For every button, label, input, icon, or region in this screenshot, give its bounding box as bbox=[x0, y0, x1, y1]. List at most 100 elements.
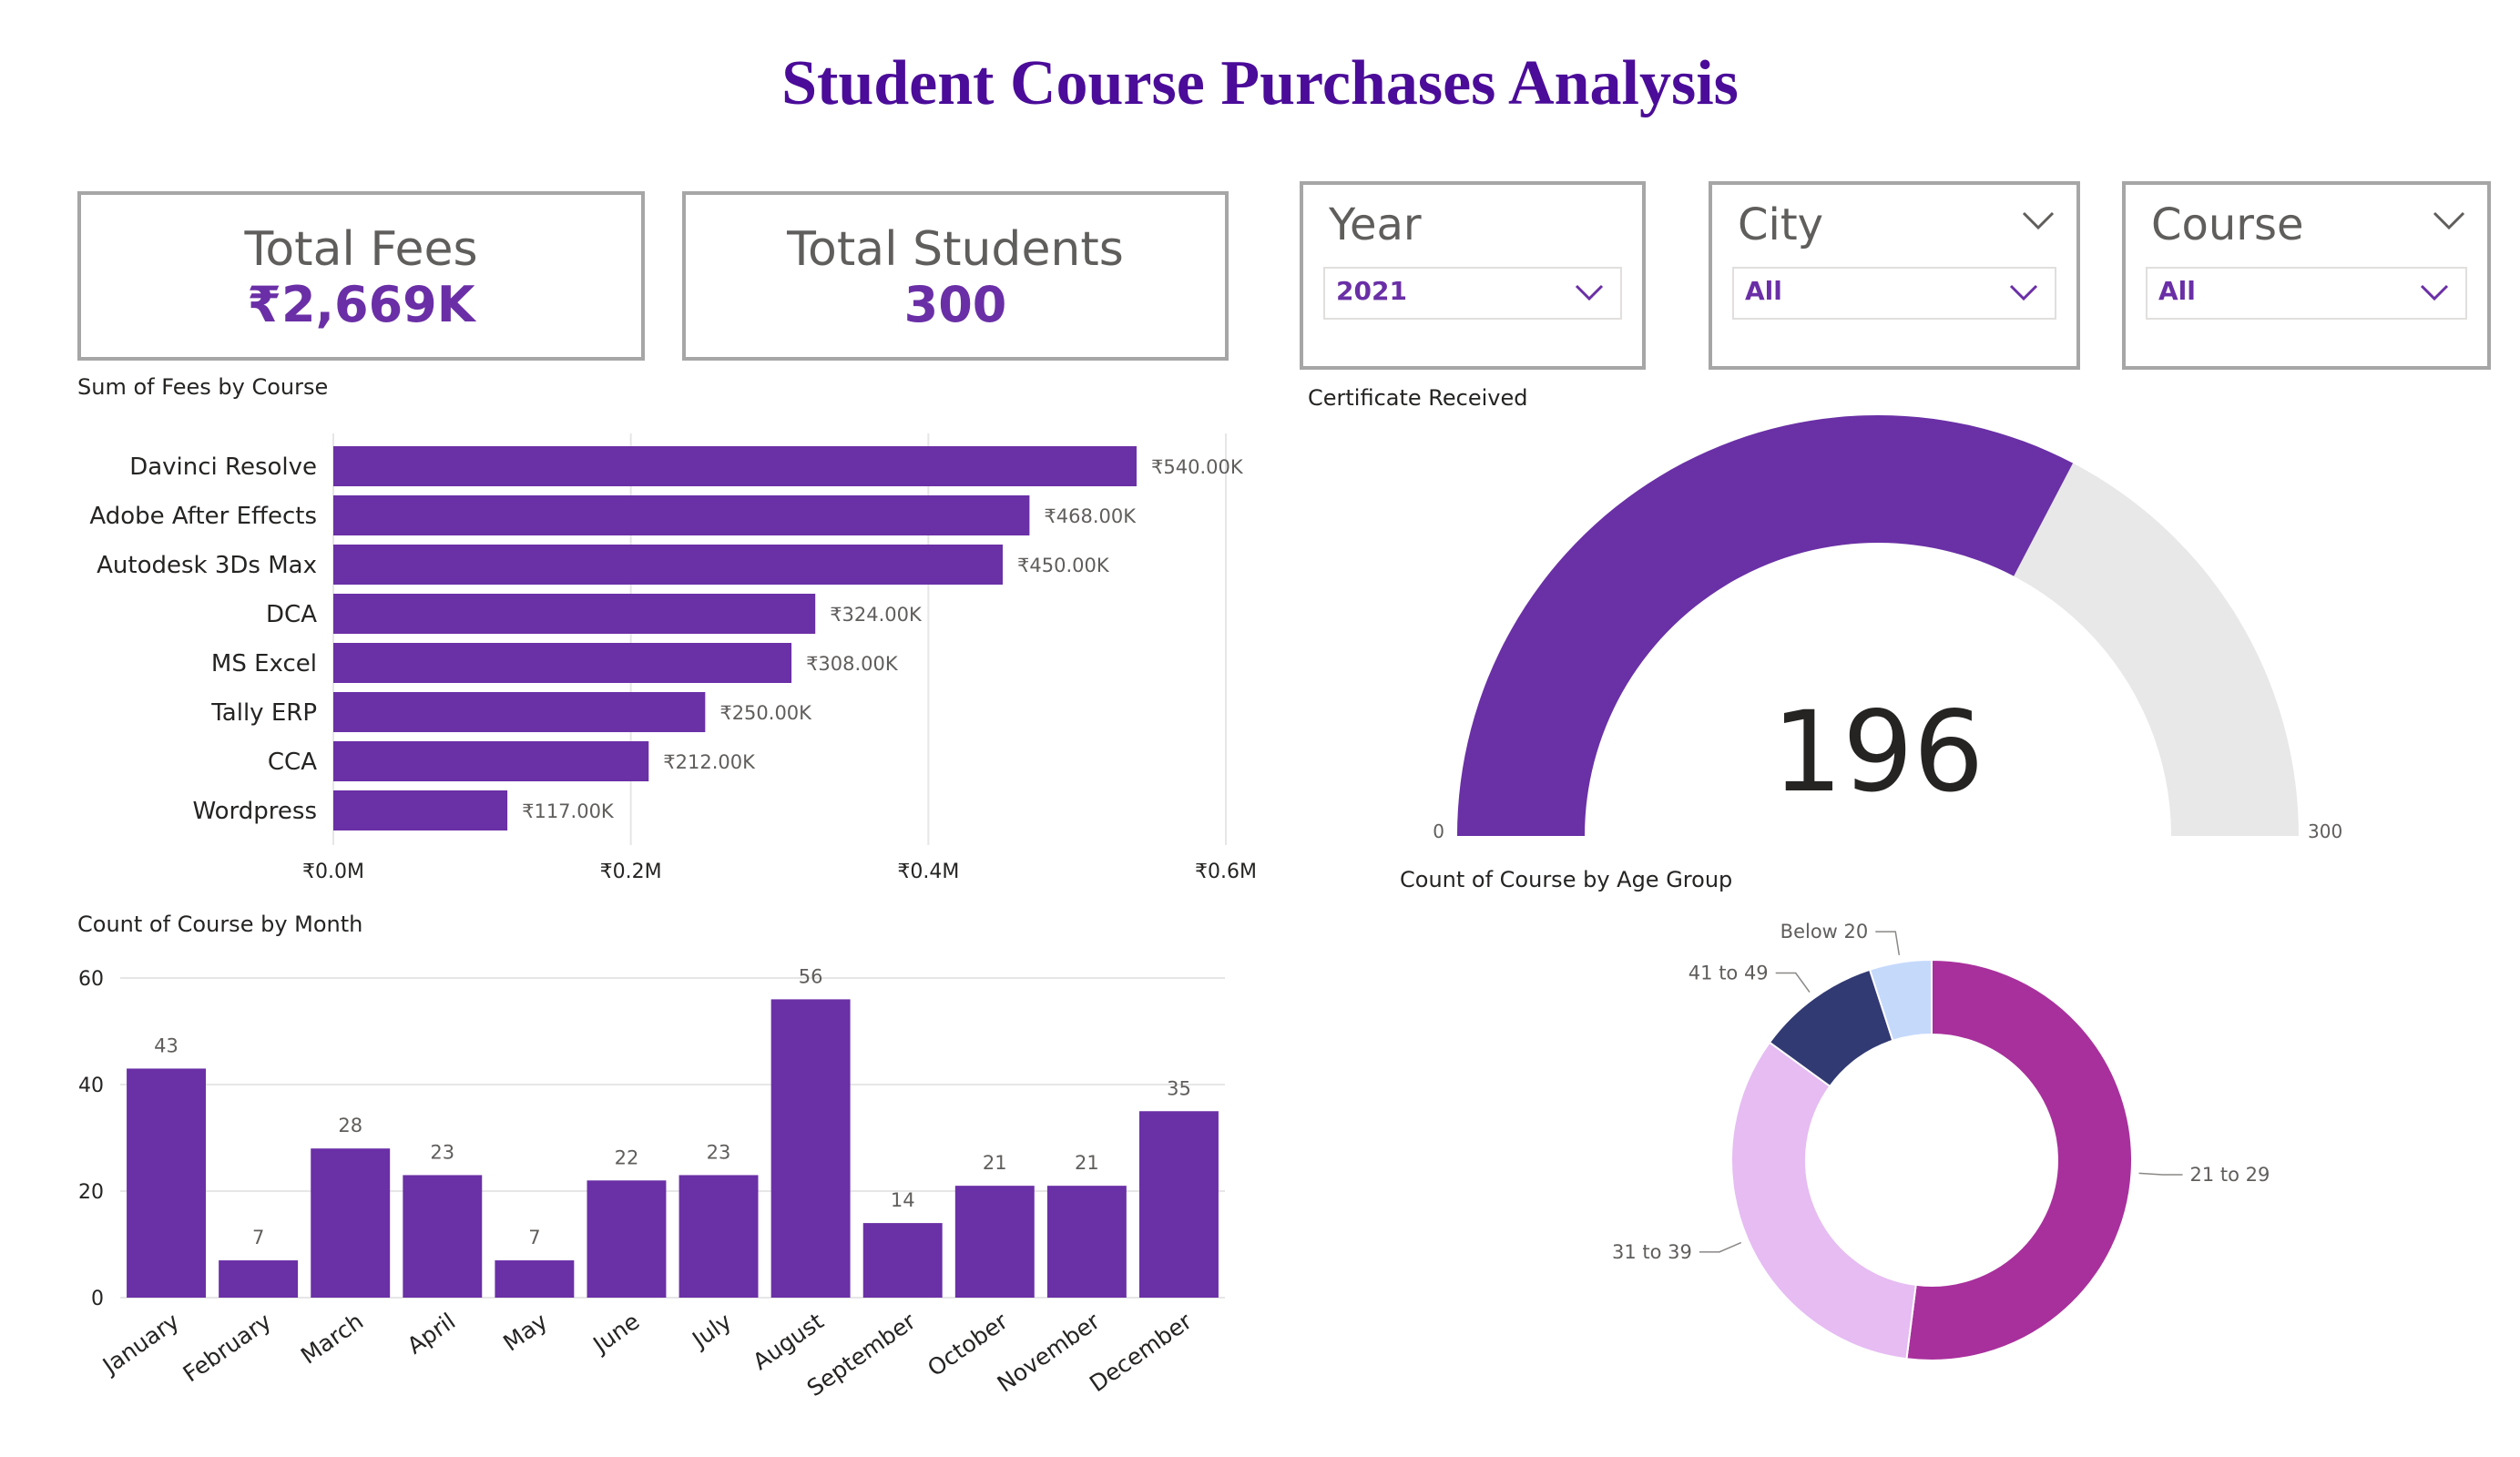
chevron-down-icon[interactable] bbox=[2433, 210, 2465, 230]
x-tick-label: ₹0.4M bbox=[897, 861, 959, 883]
course-dropdown[interactable]: All bbox=[2146, 267, 2467, 320]
course-slicer: Course All bbox=[2122, 181, 2491, 370]
category-label: February bbox=[179, 1308, 277, 1387]
total-fees-card: Total Fees ₹2,669K bbox=[77, 191, 645, 361]
city-slicer: City All bbox=[1709, 181, 2080, 370]
data-label: 14 bbox=[891, 1189, 915, 1211]
total-students-value: 300 bbox=[903, 276, 1007, 334]
bar bbox=[770, 999, 851, 1298]
leader-line bbox=[1699, 1241, 1742, 1253]
bar bbox=[127, 1068, 207, 1298]
category-label: November bbox=[993, 1308, 1106, 1398]
bar bbox=[587, 1180, 667, 1298]
category-label: Adobe After Effects bbox=[89, 503, 317, 530]
category-label: July bbox=[686, 1308, 736, 1354]
total-fees-value: ₹2,669K bbox=[247, 276, 475, 334]
fees-by-course-chart: ₹0.0M ₹0.2M ₹0.4M ₹0.6M Davinci Resolve ₹540.… bbox=[89, 433, 1257, 883]
course-by-month-chart: 0 20 40 60 43 January 7 February 28 March 23 April 7… bbox=[78, 965, 1225, 1401]
bar bbox=[333, 545, 1003, 585]
data-label: ₹250.00K bbox=[719, 702, 812, 724]
year-dropdown[interactable]: 2021 bbox=[1323, 267, 1622, 320]
leader-line bbox=[1875, 931, 1901, 955]
bar bbox=[333, 495, 1030, 535]
gauge-max-label: 300 bbox=[2308, 820, 2342, 842]
bar bbox=[954, 1186, 1035, 1298]
category-label: Wordpress bbox=[192, 798, 317, 825]
category-label: MS Excel bbox=[211, 650, 317, 678]
data-label: 21 bbox=[1075, 1152, 1099, 1174]
leader-line bbox=[2138, 1172, 2183, 1176]
chevron-down-icon[interactable] bbox=[2022, 210, 2055, 230]
total-students-label: Total Students bbox=[787, 222, 1124, 277]
data-label: 21 bbox=[983, 1152, 1007, 1174]
bar bbox=[1138, 1111, 1219, 1298]
category-label: March bbox=[296, 1308, 368, 1369]
chevron-down-icon[interactable] bbox=[2420, 283, 2449, 301]
data-label: 23 bbox=[430, 1141, 454, 1163]
course-dropdown-value: All bbox=[2158, 276, 2196, 306]
year-dropdown-value: 2021 bbox=[1336, 276, 1407, 306]
category-label: Davinci Resolve bbox=[129, 453, 317, 481]
category-label: January bbox=[97, 1308, 184, 1380]
donut-slice bbox=[1730, 1041, 1917, 1360]
bar bbox=[333, 446, 1137, 486]
donut-slice bbox=[1905, 958, 2133, 1361]
category-label: DCA bbox=[266, 601, 317, 628]
city-dropdown[interactable]: All bbox=[1732, 267, 2056, 320]
y-tick-label: 60 bbox=[78, 968, 104, 991]
bar bbox=[678, 1175, 759, 1298]
slice-label: Below 20 bbox=[1780, 921, 1869, 942]
data-label: 56 bbox=[799, 965, 823, 987]
gauge-value: 196 bbox=[1772, 688, 1984, 817]
category-label: June bbox=[587, 1308, 645, 1359]
category-label: December bbox=[1085, 1308, 1197, 1398]
category-label: Tally ERP bbox=[210, 699, 317, 727]
age-group-title: Count of Course by Age Group bbox=[1400, 867, 1733, 892]
data-label: ₹117.00K bbox=[522, 800, 615, 822]
data-label: 22 bbox=[615, 1146, 639, 1168]
age-group-donut: 21 to 29 31 to 39 41 to 49 Below 20 bbox=[1612, 921, 2270, 1361]
bar bbox=[862, 1223, 943, 1298]
data-label: ₹308.00K bbox=[806, 653, 899, 675]
y-tick-label: 20 bbox=[78, 1181, 104, 1204]
data-label: ₹468.00K bbox=[1044, 505, 1137, 527]
category-label: May bbox=[498, 1308, 552, 1357]
bar bbox=[1046, 1186, 1127, 1298]
category-label: April bbox=[403, 1308, 460, 1360]
total-students-card: Total Students 300 bbox=[682, 191, 1229, 361]
chevron-down-icon[interactable] bbox=[2009, 283, 2038, 301]
city-slicer-title: City bbox=[1738, 199, 1824, 250]
data-label: ₹450.00K bbox=[1017, 555, 1110, 576]
bar bbox=[333, 790, 508, 830]
slice-label: 21 to 29 bbox=[2189, 1164, 2270, 1186]
course-by-month-title: Count of Course by Month bbox=[77, 912, 363, 937]
certificate-gauge: 196 0 300 bbox=[1433, 414, 2342, 842]
gauge-min-label: 0 bbox=[1433, 820, 1444, 842]
data-label: ₹540.00K bbox=[1151, 456, 1244, 478]
year-slicer: Year 2021 bbox=[1300, 181, 1646, 370]
bar bbox=[403, 1175, 483, 1298]
category-label: CCA bbox=[268, 749, 317, 776]
data-label: 7 bbox=[252, 1227, 264, 1248]
fees-by-course-title: Sum of Fees by Course bbox=[77, 374, 329, 400]
data-label: 7 bbox=[528, 1227, 540, 1248]
y-tick-label: 0 bbox=[91, 1288, 104, 1310]
bar bbox=[333, 741, 649, 781]
data-label: 35 bbox=[1167, 1077, 1191, 1099]
leader-line bbox=[1775, 972, 1811, 993]
x-tick-label: ₹0.0M bbox=[302, 861, 364, 883]
page-title: Student Course Purchases Analysis bbox=[781, 48, 1739, 118]
data-label: ₹212.00K bbox=[663, 751, 756, 773]
y-tick-label: 40 bbox=[78, 1075, 104, 1097]
bar bbox=[495, 1260, 575, 1298]
course-slicer-title: Course bbox=[2151, 199, 2304, 250]
data-label: 23 bbox=[707, 1141, 731, 1163]
year-slicer-title: Year bbox=[1329, 199, 1422, 250]
category-label: Autodesk 3Ds Max bbox=[97, 552, 317, 579]
bar bbox=[333, 692, 706, 732]
bar bbox=[333, 594, 816, 634]
chevron-down-icon[interactable] bbox=[1575, 283, 1604, 301]
data-label: 28 bbox=[338, 1115, 362, 1136]
data-label: ₹324.00K bbox=[830, 604, 923, 626]
bar bbox=[333, 643, 792, 683]
